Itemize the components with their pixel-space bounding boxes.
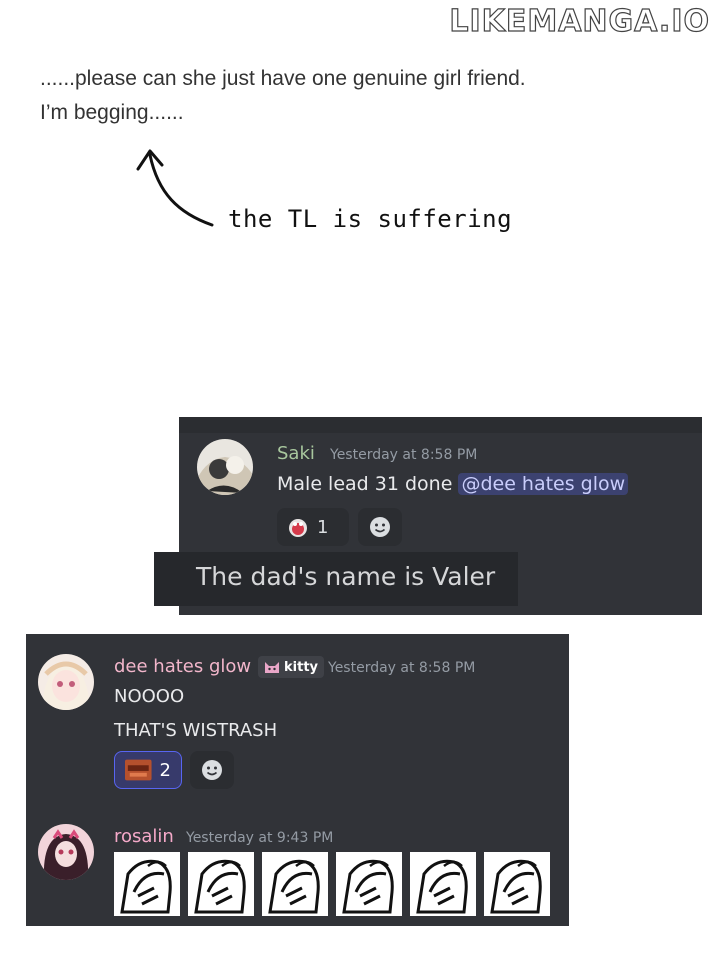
facepalm-sticker-icon	[410, 852, 476, 916]
add-reaction-button[interactable]	[358, 508, 402, 546]
smiley-icon	[370, 517, 390, 537]
chat-panel-2: dee hates glow kitty Yesterday at 8:58 P…	[26, 634, 569, 926]
handwritten-caption: the TL is suffering	[228, 205, 513, 233]
facepalm-sticker-icon	[114, 852, 180, 916]
message-timestamp: Yesterday at 8:58 PM	[330, 447, 478, 463]
reaction-button[interactable]: 2	[114, 751, 182, 789]
sticker-row	[114, 852, 550, 916]
reaction-count: 2	[159, 759, 171, 781]
avatar[interactable]	[197, 439, 253, 495]
panel-topbar	[179, 417, 702, 433]
author-name[interactable]: rosalin	[114, 826, 174, 847]
angry-face-emoji-icon	[125, 759, 152, 781]
message-text: Male lead 31 done @dee hates glow	[277, 473, 629, 495]
overlay-caption-bar: The dad's name is Valer	[154, 552, 518, 606]
add-reaction-button[interactable]	[190, 751, 234, 789]
author-name[interactable]: Saki	[277, 443, 315, 464]
message-line-2: THAT'S WISTRASH	[114, 720, 278, 741]
reaction-count: 1	[317, 516, 329, 538]
site-watermark: LIKEMANGA.IO	[449, 3, 710, 39]
hand-drawn-arrow-icon	[136, 149, 214, 227]
message-line-1: NOOOO	[114, 686, 185, 707]
message-timestamp: Yesterday at 8:58 PM	[328, 660, 476, 676]
message-timestamp: Yesterday at 9:43 PM	[186, 830, 334, 846]
role-tag[interactable]: kitty	[258, 656, 325, 678]
reaction-button[interactable]: 1	[277, 508, 349, 546]
user-mention[interactable]: @dee hates glow	[458, 473, 629, 495]
message-text-prefix: Male lead 31 done	[277, 473, 459, 495]
smiley-icon	[202, 760, 222, 780]
avatar[interactable]	[38, 824, 94, 880]
avatar[interactable]	[38, 654, 94, 710]
facepalm-sticker-icon	[484, 852, 550, 916]
facepalm-sticker-icon	[336, 852, 402, 916]
facepalm-sticker-icon	[188, 852, 254, 916]
author-name[interactable]: dee hates glow	[114, 656, 251, 677]
overlay-caption-text: The dad's name is Valer	[196, 562, 496, 591]
translator-note: ......please can she just have one genui…	[40, 62, 526, 130]
facepalm-sticker-icon	[262, 852, 328, 916]
red-monster-emoji-icon	[289, 519, 307, 537]
role-tag-label: kitty	[284, 659, 319, 675]
translator-note-line1: ......please can she just have one genui…	[40, 67, 526, 90]
cat-icon	[265, 662, 279, 673]
translator-note-line2: I’m begging......	[40, 101, 184, 124]
